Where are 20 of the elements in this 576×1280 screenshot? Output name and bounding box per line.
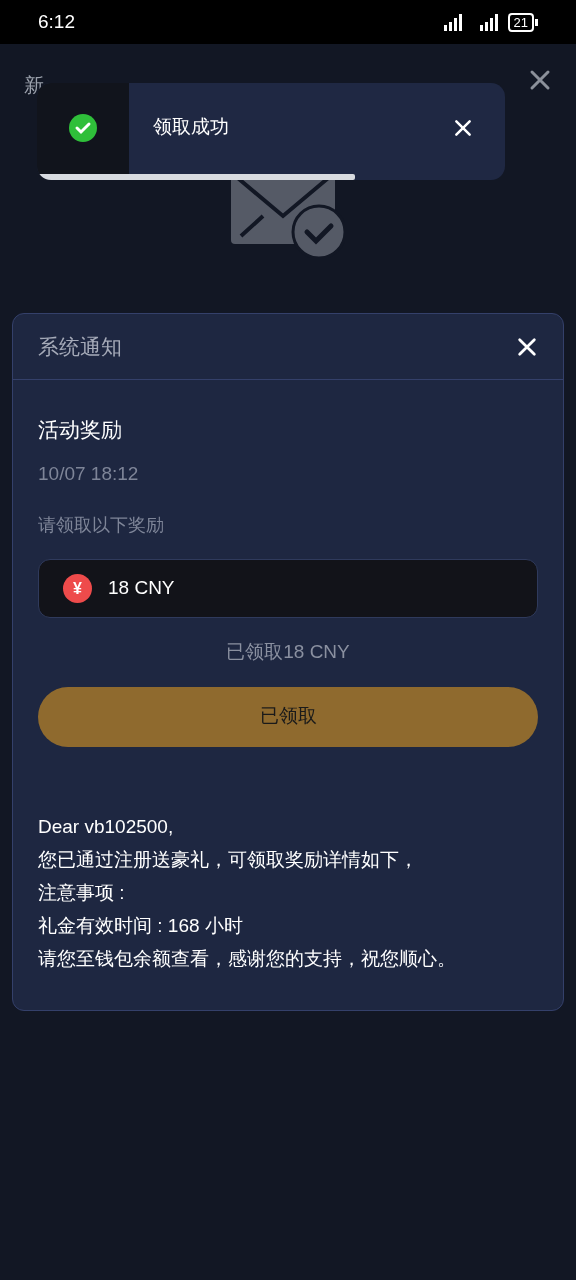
message-text: 礼金有效时间 : 168 小时 xyxy=(38,913,244,938)
reward-prompt: 请领取以下奖励 xyxy=(38,514,165,537)
claimed-note: 已领取18 CNY xyxy=(225,640,351,664)
reward-amount: 18 CNY xyxy=(108,576,175,601)
status-time: 6:12 xyxy=(38,9,75,34)
message-text: Dear vb102500, xyxy=(38,814,175,839)
message-text: 请您至钱包余额查看，感谢您的支持，祝您顺心。 xyxy=(38,946,457,971)
success-check-icon xyxy=(69,113,97,142)
battery-level: 21 xyxy=(507,12,534,32)
toast-message: 领取成功 xyxy=(153,115,229,140)
close-icon[interactable] xyxy=(516,335,538,358)
yuan-icon: ¥ xyxy=(63,574,92,603)
message-text: 注意事项 : xyxy=(38,880,126,905)
battery-tip-icon xyxy=(535,18,538,26)
close-icon[interactable] xyxy=(528,68,552,92)
close-icon[interactable] xyxy=(453,117,473,138)
message-date: 10/07 18:12 xyxy=(38,461,140,486)
dialog-title: 系统通知 xyxy=(38,333,122,360)
message-heading: 活动奖励 xyxy=(38,417,123,443)
message-text: 您已通过注册送豪礼，可领取奖励详情如下， xyxy=(38,847,419,872)
